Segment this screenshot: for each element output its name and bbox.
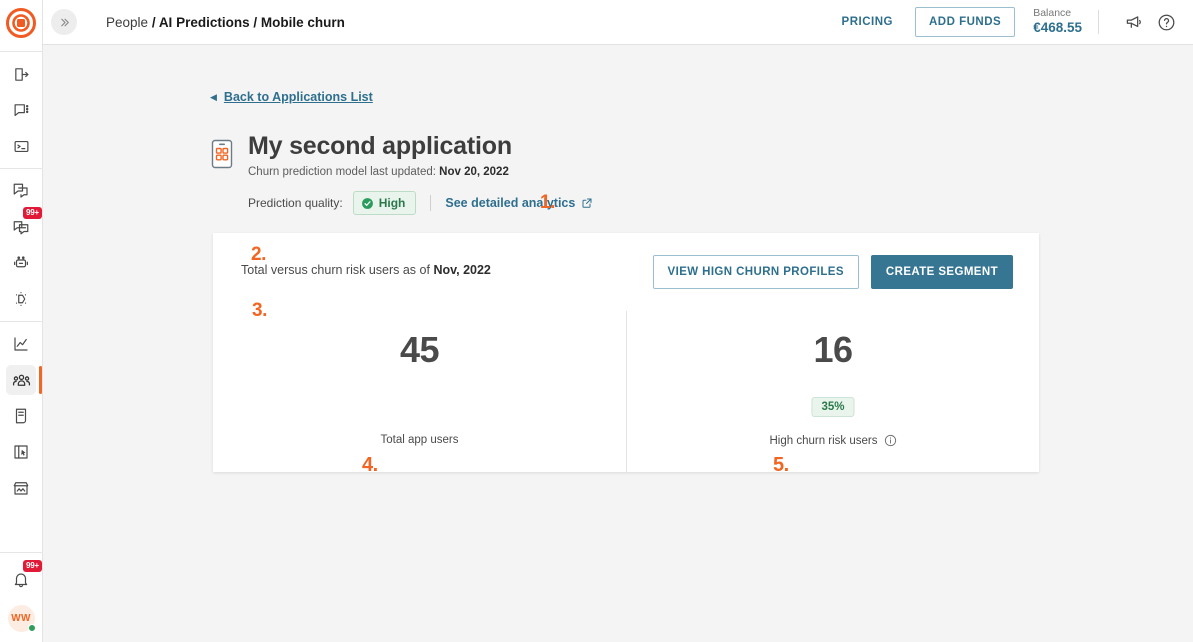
card-actions: VIEW HIGN CHURN PROFILES CREATE SEGMENT [652,255,1013,289]
rail-item-board[interactable] [6,437,36,467]
avatar-initials: WW [11,613,31,624]
megaphone-icon[interactable] [1121,9,1147,35]
balance-value: €468.55 [1033,20,1082,36]
info-circle-icon[interactable] [884,434,897,447]
left-sidebar: 99+ 99+ WW [0,0,43,642]
card-title-date: Nov, 2022 [433,263,491,277]
top-bar-divider [1098,10,1099,34]
view-high-churn-profiles-button[interactable]: VIEW HIGN CHURN PROFILES [652,255,859,289]
annotation-4: 4. [362,454,378,476]
status-badge: High [352,191,417,215]
rail-divider [0,168,43,169]
prediction-quality-label: Prediction quality: [248,196,343,210]
stat-high-churn-risk-users: 16 35% High churn risk users [626,311,1039,472]
rail-item-bots[interactable] [6,248,36,278]
last-updated-date: Nov 20, 2022 [439,165,509,178]
rail-item-console[interactable] [6,131,36,161]
last-updated-text: Churn prediction model last updated: Nov… [248,166,512,178]
prediction-quality-value: High [378,196,406,210]
notification-badge: 99+ [23,560,42,572]
breadcrumb-path: / AI Predictions / Mobile churn [151,14,345,30]
sidebar-expand-button[interactable] [51,9,77,35]
rail-item-analytics[interactable] [6,329,36,359]
stat-label: High churn risk users [627,434,1039,447]
rail-item-chat[interactable] [6,95,36,125]
main-content: ◀ Back to Applications List My second ap… [43,45,1193,642]
rail-badge-inbox: 99+ [23,207,42,219]
back-link-row[interactable]: ◀ Back to Applications List [210,90,373,104]
balance-label: Balance [1033,7,1072,19]
rail-divider [0,321,43,322]
rail-divider [0,51,43,52]
rail-item-automation[interactable] [6,284,36,314]
add-funds-button[interactable]: ADD FUNDS [914,7,1016,37]
help-circle-icon[interactable] [1153,9,1179,35]
rail-item-inbox[interactable]: 99+ [6,207,42,242]
online-status-dot [27,624,36,632]
application-header: My second application Churn prediction m… [210,132,512,178]
rail-group-tertiary [6,326,42,506]
rail-item-people[interactable] [6,365,42,395]
rail-item-pages[interactable] [6,176,36,206]
last-updated-label: Churn prediction model last updated: [248,165,440,178]
application-title-block: My second application Churn prediction m… [248,132,512,178]
churn-stats-card: Total versus churn risk users as of Nov,… [213,233,1039,472]
annotation-3: 3. [252,300,267,321]
stat-label-text: Total app users [380,434,459,446]
avatar[interactable]: WW [7,605,36,632]
top-bar-actions: PRICING ADD FUNDS Balance €468.55 [838,7,1179,37]
breadcrumb-root[interactable]: People [106,15,148,30]
percent-badge: 35% [811,397,855,417]
rail-divider [0,552,43,553]
external-link-icon [581,197,593,209]
top-bar: People / AI Predictions / Mobile churn P… [43,0,1193,45]
stat-value: 16 [813,329,853,370]
mobile-app-icon [210,139,234,169]
card-title: Total versus churn risk users as of Nov,… [241,263,491,277]
rail-group-secondary: 99+ [6,173,42,317]
notifications-bell[interactable]: 99+ [6,560,42,595]
back-to-applications-link[interactable]: Back to Applications List [224,90,373,104]
card-title-text: Total versus churn risk users as of [241,263,434,277]
breadcrumb: People / AI Predictions / Mobile churn [106,15,345,30]
rail-item-articles[interactable] [6,401,36,431]
stats-row: 45 Total app users 16 35% High churn ris… [213,311,1039,472]
stat-label: Total app users [213,434,626,446]
annotation-1: 1. [540,192,555,213]
stat-value: 45 [399,329,440,370]
caret-left-icon: ◀ [210,91,217,102]
annotation-5: 5. [773,454,789,476]
annotation-2: 2. [251,244,266,265]
check-circle-icon [361,197,374,210]
card-header: Total versus churn risk users as of Nov,… [213,233,1039,311]
quality-divider [430,195,432,211]
analytics-link-label: See detailed analytics [445,196,576,210]
page-title: My second application [248,132,512,160]
stat-label-text: High churn risk users [769,434,878,447]
balance-block: Balance €468.55 [1033,7,1082,37]
see-detailed-analytics-link[interactable]: See detailed analytics [445,196,593,210]
create-segment-button[interactable]: CREATE SEGMENT [870,255,1013,289]
app-root: 99+ 99+ WW People / AI Predictions / Mob… [0,0,1193,642]
rail-item-logout[interactable] [6,59,36,89]
rail-group-primary [6,56,36,164]
pricing-link[interactable]: PRICING [838,10,897,34]
rail-item-marketplace[interactable] [6,473,36,503]
app-logo[interactable] [5,7,37,39]
stat-total-app-users: 45 Total app users [213,311,626,472]
